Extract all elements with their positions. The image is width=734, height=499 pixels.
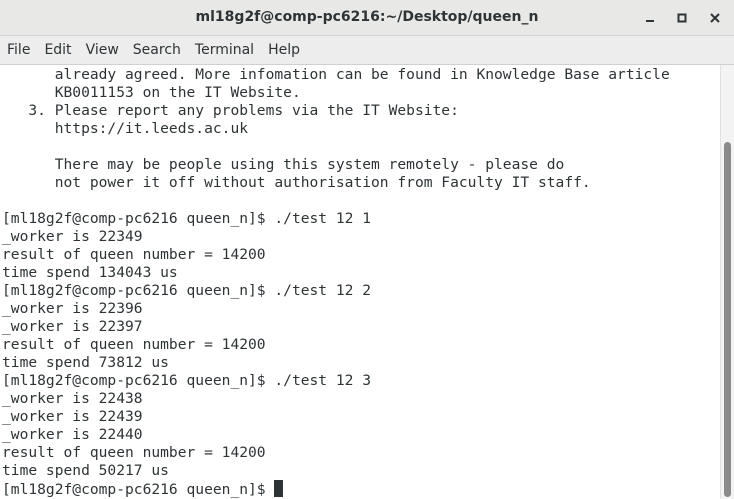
terminal-line: result of queen number = 14200 xyxy=(2,444,266,461)
terminal-line: already agreed. More infomation can be f… xyxy=(2,66,670,83)
terminal-output[interactable]: already agreed. More infomation can be f… xyxy=(0,65,720,499)
menu-edit[interactable]: Edit xyxy=(37,36,78,64)
terminal-lines: already agreed. More infomation can be f… xyxy=(2,66,670,498)
terminal-line: not power it off without authorisation f… xyxy=(2,174,591,191)
terminal-line: There may be people using this system re… xyxy=(2,156,565,173)
prompt-line[interactable]: [ml18g2f@comp-pc6216 queen_n]$ xyxy=(2,480,670,498)
terminal-line: result of queen number = 14200 xyxy=(2,336,266,353)
close-icon xyxy=(710,13,720,23)
terminal-line: [ml18g2f@comp-pc6216 queen_n]$ ./test 12… xyxy=(2,372,372,389)
minimize-button[interactable] xyxy=(640,8,660,28)
terminal-line: time spend 73812 us xyxy=(2,354,169,371)
terminal-window: ml18g2f@comp-pc6216:~/Desktop/queen_n Fi… xyxy=(0,0,734,499)
shell-prompt: [ml18g2f@comp-pc6216 queen_n]$ xyxy=(2,481,275,498)
maximize-button[interactable] xyxy=(672,8,692,28)
terminal-line: _worker is 22440 xyxy=(2,426,143,443)
scrollbar-thumb[interactable] xyxy=(724,142,731,497)
maximize-icon xyxy=(677,13,687,23)
menu-search[interactable]: Search xyxy=(126,36,188,64)
terminal-line: [ml18g2f@comp-pc6216 queen_n]$ ./test 12… xyxy=(2,282,372,299)
terminal-line: https://it.leeds.ac.uk xyxy=(2,120,249,137)
menu-file[interactable]: File xyxy=(0,36,37,64)
terminal-line: _worker is 22439 xyxy=(2,408,143,425)
terminal-line: time spend 50217 us xyxy=(2,462,169,479)
window-title: ml18g2f@comp-pc6216:~/Desktop/queen_n xyxy=(195,9,539,25)
minimize-icon xyxy=(646,20,654,22)
title-bar[interactable]: ml18g2f@comp-pc6216:~/Desktop/queen_n xyxy=(0,0,734,36)
terminal-line: result of queen number = 14200 xyxy=(2,246,266,263)
menu-terminal[interactable]: Terminal xyxy=(188,36,261,64)
close-button[interactable] xyxy=(705,8,725,28)
terminal-line: _worker is 22396 xyxy=(2,300,143,317)
menu-help[interactable]: Help xyxy=(261,36,307,64)
text-cursor xyxy=(274,480,284,497)
terminal-line: time spend 134043 us xyxy=(2,264,178,281)
terminal-line: KB0011153 on the IT Website. xyxy=(2,84,301,101)
terminal-line: _worker is 22438 xyxy=(2,390,143,407)
terminal-line: 3. Please report any problems via the IT… xyxy=(2,102,459,119)
terminal-line: _worker is 22397 xyxy=(2,318,143,335)
vertical-scrollbar[interactable] xyxy=(720,65,734,499)
menu-bar: File Edit View Search Terminal Help xyxy=(0,36,734,65)
terminal-line: [ml18g2f@comp-pc6216 queen_n]$ ./test 12… xyxy=(2,210,372,227)
terminal-line: _worker is 22349 xyxy=(2,228,143,245)
menu-view[interactable]: View xyxy=(79,36,126,64)
